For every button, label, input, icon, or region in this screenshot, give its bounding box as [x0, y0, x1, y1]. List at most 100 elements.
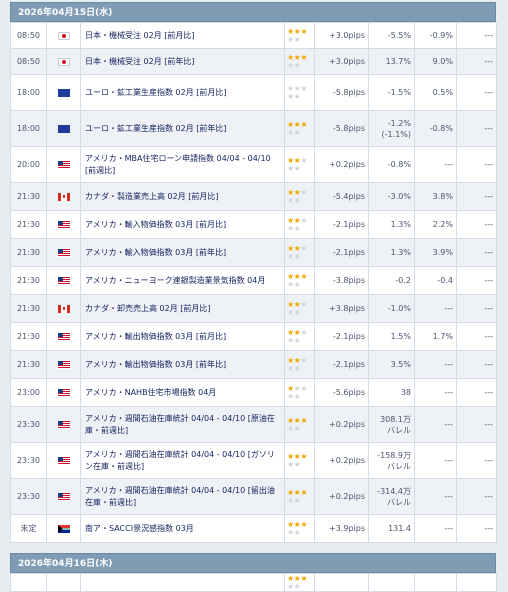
- forecast-value: -0.2: [368, 266, 415, 295]
- star-icon: ★: [300, 119, 308, 129]
- us-flag-icon: [57, 360, 70, 369]
- importance-stars: ★★★ ★★: [284, 182, 315, 211]
- star-icon: ★: [293, 307, 301, 317]
- day-header: 2026年04月16日(木): [10, 553, 496, 573]
- importance-stars: ★★★ ★★: [284, 378, 315, 407]
- actual-value: ---: [456, 110, 497, 147]
- event-name[interactable]: アメリカ・週間石油在庫統計 04/04 - 04/10 [ガソリン在庫・前週比]: [80, 442, 285, 479]
- event-row[interactable]: 23:00 アメリカ・NAHB住宅市場指数 04月 ★★★ ★★ -5.6pips 38-…: [10, 378, 497, 407]
- importance-stars: ★★★ ★★: [284, 478, 315, 515]
- forecast-value: -1.2% (-1.1%): [368, 110, 415, 147]
- us-flag-icon: [57, 276, 70, 285]
- actual-value: ---: [456, 74, 497, 111]
- event-row[interactable]: 未定 南ア・SACCI景況感指数 03月 ★★★ ★★ +3.9pips 131.4 ---…: [10, 514, 497, 543]
- star-icon: ★: [287, 223, 294, 233]
- event-row[interactable]: 23:30 アメリカ・週間石油在庫統計 04/04 - 04/10 [ガソリン在庫…: [10, 442, 497, 479]
- event-row[interactable]: 08:50 日本・機械受注 02月 [前年比] ★★★ ★★ +3.0pips 13.7%…: [10, 48, 497, 75]
- event-name[interactable]: カナダ・卸売売上高 02月 [前月比]: [80, 294, 285, 323]
- flag-cell: [46, 406, 81, 443]
- event-name[interactable]: アメリカ・NAHB住宅市場指数 04月: [80, 378, 285, 407]
- event-row[interactable]: 21:30 アメリカ・輸入物価指数 03月 [前月比] ★★★ ★★ -2.1pips 1…: [10, 210, 497, 239]
- event-name[interactable]: 日本・機械受注 02月 [前月比]: [80, 22, 285, 49]
- event-row[interactable]: ★★★ ★★: [10, 573, 497, 592]
- result-value: ---: [414, 478, 457, 515]
- event-row[interactable]: 21:30 アメリカ・輸入物価指数 03月 [前年比] ★★★ ★★ -2.1pips 1…: [10, 238, 497, 267]
- stars-row-bottom: ★★: [287, 61, 312, 70]
- event-name[interactable]: アメリカ・輸出物価指数 03月 [前月比]: [80, 322, 285, 351]
- actual-value: [456, 573, 497, 592]
- forecast-value: -0.8%: [368, 146, 415, 183]
- event-row[interactable]: 21:30 カナダ・製造業売上高 02月 [前月比] ★★★ ★★ -5.4pips -3…: [10, 182, 497, 211]
- event-row[interactable]: 23:30 アメリカ・週間石油在庫統計 04/04 - 04/10 [原油在庫・前…: [10, 406, 497, 443]
- star-icon: ★: [287, 459, 294, 469]
- actual-value: ---: [456, 514, 497, 543]
- forecast-text: -1.2%: [387, 118, 411, 128]
- importance-stars: ★★★ ★★: [284, 442, 315, 479]
- event-name[interactable]: アメリカ・週間石油在庫統計 04/04 - 04/10 [留出油在庫・前週比]: [80, 478, 285, 515]
- day-gap: [10, 543, 496, 553]
- event-name[interactable]: アメリカ・週間石油在庫統計 04/04 - 04/10 [原油在庫・前週比]: [80, 406, 285, 443]
- forecast-value: 1.3%: [368, 210, 415, 239]
- event-name[interactable]: 日本・機械受注 02月 [前年比]: [80, 48, 285, 75]
- us-flag-icon: [57, 160, 70, 169]
- event-row[interactable]: 21:30 アメリカ・輸出物価指数 03月 [前月比] ★★★ ★★ -2.1pips 1…: [10, 322, 497, 351]
- forecast-value: 1.5%: [368, 322, 415, 351]
- event-name[interactable]: アメリカ・MBA住宅ローン申請指数 04/04 - 04/10 [前週比]: [80, 146, 285, 183]
- star-icon: ★: [293, 195, 301, 205]
- event-row[interactable]: 18:00 ユーロ・鉱工業生産指数 02月 [前月比] ★★★ ★★ -5.8pips -…: [10, 74, 497, 111]
- forecast-value: -1.0%: [368, 294, 415, 323]
- us-flag-icon: [57, 332, 70, 341]
- event-time: 08:50: [10, 48, 47, 75]
- event-name[interactable]: アメリカ・輸入物価指数 03月 [前月比]: [80, 210, 285, 239]
- star-icon: ★: [293, 363, 301, 373]
- actual-value: ---: [456, 182, 497, 211]
- star-icon: ★: [293, 495, 301, 505]
- forecast-sub: バレル: [387, 461, 411, 471]
- pips-change: -2.1pips: [314, 210, 369, 239]
- star-icon: ★: [287, 423, 294, 433]
- event-name[interactable]: ユーロ・鉱工業生産指数 02月 [前月比]: [80, 74, 285, 111]
- stars-row-bottom: ★★: [287, 335, 312, 345]
- stars-row-bottom: ★★: [287, 280, 312, 289]
- event-name[interactable]: [80, 573, 285, 592]
- event-row[interactable]: 21:30 カナダ・卸売売上高 02月 [前月比] ★★★ ★★ +3.8pips -1.…: [10, 294, 497, 323]
- result-value: 1.7%: [414, 322, 457, 351]
- forecast-value: -314.4万 バレル: [368, 478, 415, 515]
- star-icon: ★: [293, 335, 301, 345]
- event-name[interactable]: カナダ・製造業売上高 02月 [前月比]: [80, 182, 285, 211]
- forecast-text: -314.4万: [377, 486, 411, 496]
- star-icon: ★: [300, 271, 308, 281]
- event-name[interactable]: 南ア・SACCI景況感指数 03月: [80, 514, 285, 543]
- event-row[interactable]: 21:30 アメリカ・輸出物価指数 03月 [前年比] ★★★ ★★ -2.1pips 3…: [10, 350, 497, 379]
- event-row[interactable]: 18:00 ユーロ・鉱工業生産指数 02月 [前年比] ★★★ ★★ -5.8pips -…: [10, 110, 497, 147]
- star-icon: ★: [300, 215, 308, 225]
- stars-row-bottom: ★★: [287, 459, 312, 469]
- pips-change: -2.1pips: [314, 350, 369, 379]
- pips-change: -5.4pips: [314, 182, 369, 211]
- star-icon: ★: [287, 495, 294, 505]
- event-row[interactable]: 23:30 アメリカ・週間石油在庫統計 04/04 - 04/10 [留出油在庫・…: [10, 478, 497, 515]
- result-value: ---: [414, 406, 457, 443]
- event-name[interactable]: アメリカ・輸入物価指数 03月 [前年比]: [80, 238, 285, 267]
- event-time: [10, 573, 47, 592]
- event-name[interactable]: アメリカ・ニューヨーク連銀製造業景気指数 04月: [80, 266, 285, 295]
- result-value: ---: [414, 350, 457, 379]
- event-row[interactable]: 21:30 アメリカ・ニューヨーク連銀製造業景気指数 04月 ★★★ ★★ -3.8pi…: [10, 266, 497, 295]
- event-time: 21:30: [10, 266, 47, 295]
- result-value: 9.0%: [414, 48, 457, 75]
- event-row[interactable]: 20:00 アメリカ・MBA住宅ローン申請指数 04/04 - 04/10 [前週…: [10, 146, 497, 183]
- importance-stars: ★★★ ★★: [284, 514, 315, 543]
- event-name[interactable]: アメリカ・輸出物価指数 03月 [前年比]: [80, 350, 285, 379]
- us-flag-icon: [57, 388, 70, 397]
- importance-stars: ★★★ ★★: [284, 406, 315, 443]
- actual-value: ---: [456, 350, 497, 379]
- pips-change: [314, 573, 369, 592]
- star-icon: ★: [293, 34, 301, 44]
- pips-change: -5.6pips: [314, 378, 369, 407]
- event-row[interactable]: 08:50 日本・機械受注 02月 [前月比] ★★★ ★★ +3.0pips -5.5%…: [10, 22, 497, 49]
- star-icon: ★: [300, 243, 308, 253]
- forecast-text: -1.0%: [387, 304, 411, 313]
- pips-change: +0.2pips: [314, 406, 369, 443]
- forecast-text: 308.1万: [380, 414, 411, 424]
- event-name[interactable]: ユーロ・鉱工業生産指数 02月 [前年比]: [80, 110, 285, 147]
